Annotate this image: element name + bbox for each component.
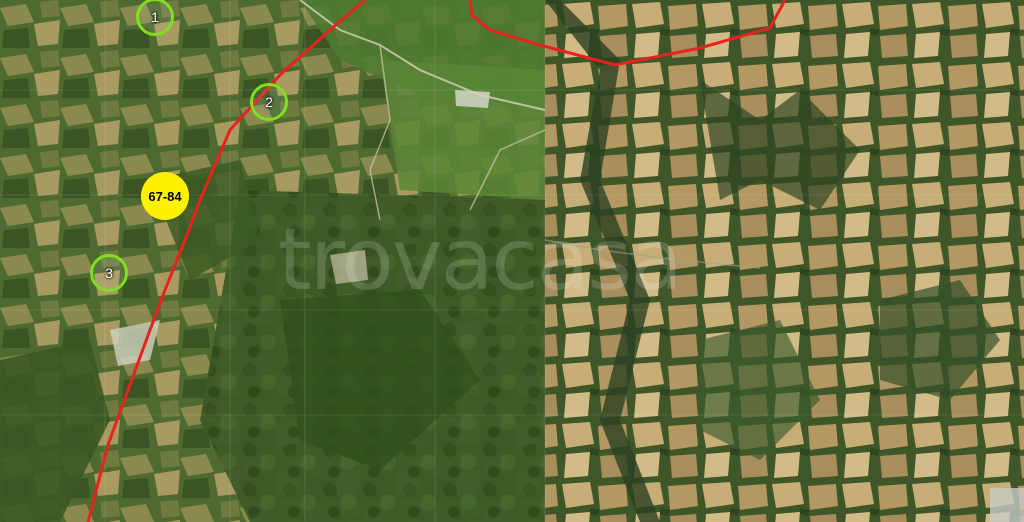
- cluster-label: 67-84: [148, 188, 182, 204]
- listing-marker-label: 3: [105, 265, 113, 281]
- listing-marker-3[interactable]: 3: [90, 254, 128, 292]
- listing-marker-label: 2: [265, 94, 273, 110]
- listing-marker-2[interactable]: 2: [250, 83, 288, 121]
- listing-marker-label: 1: [151, 9, 159, 25]
- price-cluster-marker[interactable]: 67-84: [141, 172, 189, 220]
- map-view[interactable]: trovacasa 1 2 3 67-84: [0, 0, 1024, 522]
- satellite-imagery: [0, 0, 1024, 522]
